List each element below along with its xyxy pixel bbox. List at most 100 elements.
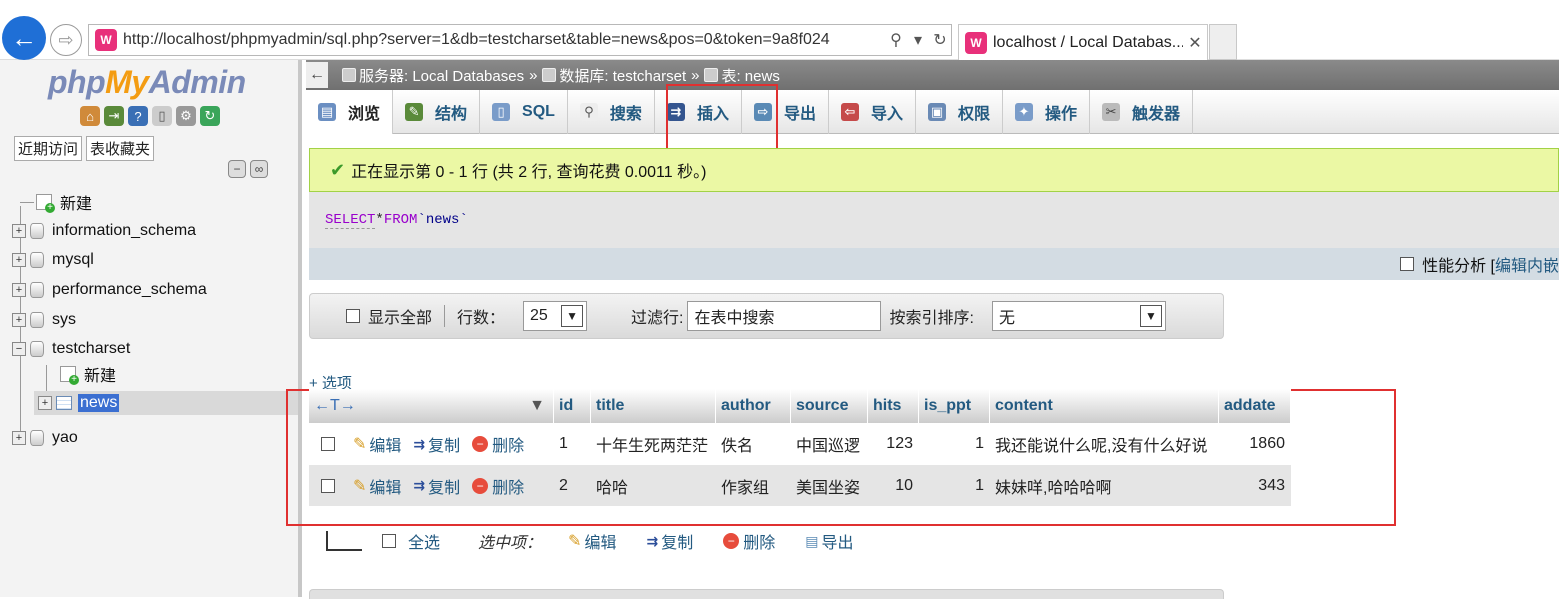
reload-icon[interactable]: ↻ [200, 106, 220, 126]
dropdown-icon[interactable]: ▾ [907, 30, 929, 50]
select-all-checkbox[interactable] [382, 534, 396, 548]
cell-title[interactable]: 哈哈 [591, 465, 716, 506]
column-header-id[interactable]: id [554, 389, 591, 423]
edit-button[interactable]: ✎ 编辑 [353, 474, 401, 498]
rows-label: 行数： [457, 310, 506, 327]
tree-item-db-testcharset[interactable]: − testcharset [12, 337, 130, 361]
expand-icon[interactable]: + [38, 396, 52, 410]
tree-item-new-table[interactable]: 新建 [60, 362, 116, 386]
phpmyadmin-logo[interactable]: phpMyAdmin [48, 64, 246, 101]
bulk-export-button[interactable]: ▤ 导出 [805, 529, 853, 553]
collapse-all-icon[interactable]: − [228, 160, 246, 178]
cell-hits[interactable]: 10 [868, 465, 919, 506]
filter-label: 过滤行: [631, 310, 684, 327]
column-header-is-ppt[interactable]: is_ppt [919, 389, 990, 423]
tab-sql[interactable]: ▯ SQL [480, 90, 568, 134]
cell-addate[interactable]: 1860 [1219, 423, 1291, 465]
cell-id[interactable]: 1 [554, 423, 591, 465]
tab-triggers[interactable]: ✂ 触发器 [1090, 90, 1194, 134]
breadcrumb-server[interactable]: 服务器: Local Databases [359, 65, 524, 86]
tree-item-db[interactable]: + information_schema [12, 219, 196, 243]
tab-import[interactable]: ⇦ 导入 [829, 90, 916, 134]
refresh-icon[interactable]: ↻ [929, 30, 951, 50]
cell-is-ppt[interactable]: 1 [919, 423, 990, 465]
edit-button[interactable]: ✎ 编辑 [353, 432, 401, 456]
back-arrow-icon[interactable]: ← [306, 62, 328, 88]
select-all-label[interactable]: 全选 [408, 529, 440, 553]
collapse-icon[interactable]: − [12, 342, 26, 356]
cell-author[interactable]: 佚名 [716, 423, 791, 465]
column-header-author[interactable]: author [716, 389, 791, 423]
column-header-addate[interactable]: addate [1219, 389, 1291, 423]
show-all-checkbox[interactable] [346, 309, 360, 323]
back-button[interactable]: ← [2, 16, 46, 60]
column-header-hits[interactable]: hits [868, 389, 919, 423]
link-icon[interactable]: ∞ [250, 160, 268, 178]
cell-hits[interactable]: 123 [868, 423, 919, 465]
expand-icon[interactable]: + [12, 313, 26, 327]
sort-select[interactable]: 无 ▼ [991, 301, 1166, 331]
recent-tab[interactable]: 近期访问 [14, 136, 83, 161]
forward-button[interactable]: ⇨ [50, 24, 82, 56]
cell-author[interactable]: 作家组 [716, 465, 791, 506]
delete-button[interactable]: − 删除 [472, 474, 524, 498]
expand-icon[interactable]: + [12, 283, 26, 297]
expand-icon[interactable]: + [12, 431, 26, 445]
tree-item-table-news[interactable]: + news [38, 391, 120, 415]
chevron-down-icon[interactable]: ▼ [529, 397, 545, 415]
docs-icon[interactable]: ▯ [152, 106, 172, 126]
copy-button[interactable]: ⇉ 复制 [413, 432, 460, 456]
rows-select[interactable]: 25 ▼ [523, 301, 588, 331]
tab-search[interactable]: ⚲ 搜索 [568, 90, 655, 134]
copy-button[interactable]: ⇉ 复制 [413, 474, 460, 498]
cell-title[interactable]: 十年生死两茫茫 [591, 423, 716, 465]
logout-icon[interactable]: ⇥ [104, 106, 124, 126]
delete-button[interactable]: − 删除 [472, 432, 524, 456]
address-bar[interactable]: W http://localhost/phpmyadmin/sql.php?se… [88, 24, 952, 56]
favorites-tab[interactable]: 表收藏夹 [86, 136, 155, 161]
breadcrumb-database[interactable]: 数据库: testcharset [559, 65, 686, 86]
expand-icon[interactable]: + [12, 224, 26, 238]
column-header-source[interactable]: source [791, 389, 868, 423]
close-icon[interactable]: ✕ [1183, 33, 1207, 53]
tree-item-db[interactable]: + mysql [12, 248, 94, 272]
browser-tab[interactable]: W localhost / Local Databas... ✕ [958, 24, 1208, 60]
cell-source[interactable]: 美国坐姿 [791, 465, 868, 506]
cell-is-ppt[interactable]: 1 [919, 465, 990, 506]
help-icon[interactable]: ? [128, 106, 148, 126]
cell-content[interactable]: 妹妹咩,哈哈哈啊 [990, 465, 1219, 506]
cell-id[interactable]: 2 [554, 465, 591, 506]
tree-item-db[interactable]: + yao [12, 426, 78, 450]
bulk-edit-button[interactable]: ✎ 编辑 [568, 529, 616, 553]
filter-input[interactable]: 在表中搜索 [687, 301, 882, 331]
row-checkbox[interactable] [321, 478, 335, 493]
cell-source[interactable]: 中国巡逻 [791, 423, 868, 465]
table-icon [56, 396, 72, 410]
breadcrumb-table[interactable]: 表: news [721, 65, 779, 86]
cell-content[interactable]: 我还能说什么呢,没有什么好说 [990, 423, 1219, 465]
tab-privileges[interactable]: ▣ 权限 [916, 90, 1003, 134]
new-tab-button[interactable] [1209, 24, 1237, 60]
column-header-content[interactable]: content [990, 389, 1219, 423]
column-header-title[interactable]: title [591, 389, 716, 423]
cell-addate[interactable]: 343 [1219, 465, 1291, 506]
tree-item-db[interactable]: + sys [12, 308, 76, 332]
tree-item-new[interactable]: 新建 [20, 190, 92, 214]
tree-item-db[interactable]: + performance_schema [12, 278, 207, 302]
arrows-icon[interactable]: ←T→ [314, 397, 356, 415]
gear-icon[interactable]: ⚙ [176, 106, 196, 126]
bulk-delete-button[interactable]: − 删除 [723, 529, 775, 553]
tab-structure[interactable]: ✎ 结构 [393, 90, 481, 134]
url-text[interactable]: http://localhost/phpmyadmin/sql.php?serv… [123, 31, 885, 49]
column-resize-header[interactable]: ←T→ ▼ [309, 389, 554, 423]
row-checkbox[interactable] [321, 437, 335, 451]
search-icon[interactable]: ⚲ [885, 30, 907, 50]
tab-browse[interactable]: ▤ 浏览 [306, 90, 394, 134]
home-icon[interactable]: ⌂ [80, 106, 100, 126]
profiling-checkbox[interactable] [1400, 257, 1415, 271]
edit-inline-link[interactable]: 编辑内嵌 [1495, 252, 1559, 276]
bulk-copy-button[interactable]: ⇉ 复制 [646, 529, 693, 553]
tab-operations[interactable]: ✦ 操作 [1003, 90, 1091, 134]
quick-icons: ⌂ ⇥ ? ▯ ⚙ ↻ [80, 106, 220, 126]
expand-icon[interactable]: + [12, 253, 26, 267]
